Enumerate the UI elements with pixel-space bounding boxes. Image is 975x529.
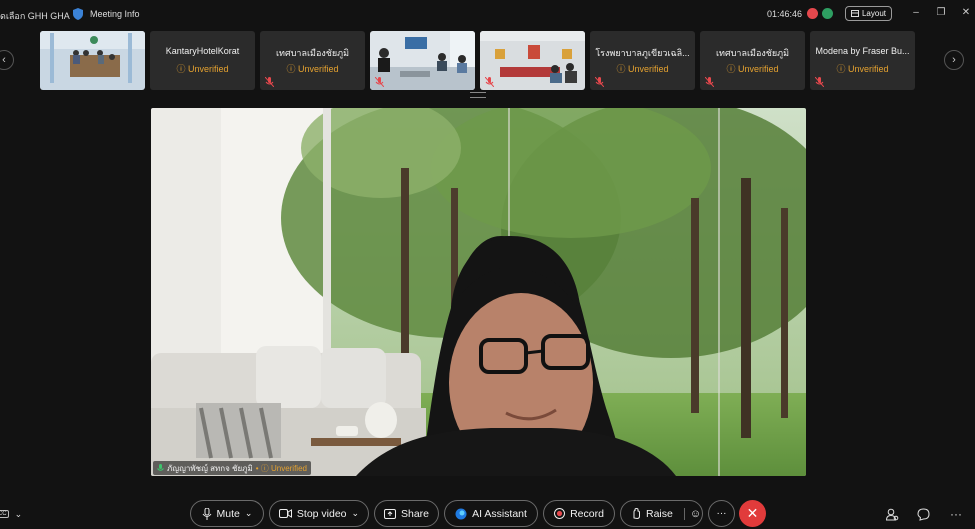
raise-label: Raise xyxy=(646,507,673,520)
participant-tile[interactable] xyxy=(370,31,475,90)
meeting-timer: 01:46:46 xyxy=(767,9,803,19)
meeting-info-link[interactable]: Meeting Info xyxy=(90,9,140,19)
ai-assistant-icon xyxy=(455,508,467,519)
participant-tile[interactable] xyxy=(40,31,145,90)
meeting-title: ัดเลือก GHH GHA xyxy=(0,11,70,21)
mute-label: Mute xyxy=(216,507,240,520)
more-panels-button[interactable]: ··· xyxy=(948,506,964,522)
participant-name: เทศบาลเมืองชัยภูมิ xyxy=(275,48,350,58)
unverified-badge: ⓘ Unverified xyxy=(176,64,229,74)
layout-button[interactable]: Layout xyxy=(845,6,892,21)
unverified-badge: ⓘ Unverified xyxy=(616,64,669,74)
chat-icon xyxy=(916,507,930,521)
raise-hand-icon xyxy=(633,508,640,519)
mic-muted-icon xyxy=(705,77,714,87)
record-icon xyxy=(554,508,566,519)
participant-name: เทศบาลเมืองชัยภูมิ xyxy=(715,48,790,58)
unverified-badge: ⓘ Unverified xyxy=(836,64,889,74)
more-options-button[interactable]: ··· xyxy=(708,500,735,527)
chevron-down-icon: ⌄ xyxy=(351,508,360,518)
raise-hand-button[interactable]: Raise ☺ xyxy=(620,500,703,527)
ai-assistant-label: AI Assistant xyxy=(472,507,527,520)
reactions-icon[interactable]: ☺ xyxy=(683,507,701,520)
title-bar: ัดเลือก GHH GHA Meeting Info 01:46:46 La… xyxy=(0,0,975,28)
filmstrip-resize-handle[interactable] xyxy=(470,92,486,98)
participant-tile[interactable]: โรงพยาบาลภูเขียวเฉลิ... ⓘ Unverified xyxy=(590,31,695,90)
speaker-name: ภัญญาพัชญ์ สทกจ ชัยภูมิ xyxy=(167,463,253,473)
record-label: Record xyxy=(570,507,604,520)
chevron-down-icon: ⌄ xyxy=(244,508,253,518)
participant-tile[interactable]: Modena by Fraser Bu... ⓘ Unverified xyxy=(810,31,915,90)
speaker-video-frame xyxy=(151,108,806,476)
chevron-down-icon: ⌄ xyxy=(14,508,23,519)
microphone-icon xyxy=(202,507,211,520)
captions-icon: CC xyxy=(0,510,9,518)
mic-muted-icon xyxy=(815,77,824,87)
ai-assistant-button[interactable]: AI Assistant xyxy=(444,500,538,527)
shield-icon[interactable] xyxy=(73,8,83,20)
unverified-badge: ⓘ Unverified xyxy=(286,64,339,74)
maximize-icon[interactable]: ❐ xyxy=(935,7,947,19)
participants-button[interactable] xyxy=(884,506,900,522)
participant-tile[interactable]: เทศบาลเมืองชัยภูมิ ⓘ Unverified xyxy=(700,31,805,90)
chevron-left-icon: ‹ xyxy=(2,54,6,66)
recording-indicator-icon[interactable] xyxy=(807,8,818,19)
participant-tile[interactable]: เทศบาลเมืองชัยภูมิ ⓘ Unverified xyxy=(260,31,365,90)
participant-name: โรงพยาบาลภูเขียวเฉลิ... xyxy=(595,48,690,58)
share-button[interactable]: Share xyxy=(374,500,439,527)
stop-video-button[interactable]: Stop video ⌄ xyxy=(269,500,369,527)
chevron-right-icon: › xyxy=(952,54,956,66)
participant-video xyxy=(370,31,475,90)
participant-video xyxy=(480,31,585,90)
share-screen-icon xyxy=(383,508,396,519)
mic-muted-icon xyxy=(265,77,274,87)
unverified-badge: • ⓘ Unverified xyxy=(255,463,307,473)
mic-icon xyxy=(157,463,164,471)
chat-button[interactable] xyxy=(915,506,931,522)
participant-tile[interactable]: KantaryHotelKorat ⓘ Unverified xyxy=(150,31,255,90)
mute-button[interactable]: Mute ⌄ xyxy=(190,500,264,527)
layout-label: Layout xyxy=(861,9,887,18)
mic-muted-icon xyxy=(375,77,384,87)
stop-video-label: Stop video xyxy=(296,507,347,520)
unverified-badge: ⓘ Unverified xyxy=(726,64,779,74)
video-camera-icon xyxy=(278,509,292,518)
participant-name: Modena by Fraser Bu... xyxy=(815,46,910,56)
more-icon: ··· xyxy=(716,508,727,519)
share-label: Share xyxy=(400,507,430,520)
close-window-icon[interactable]: ✕ xyxy=(960,7,972,19)
layout-icon xyxy=(850,10,859,17)
speaker-name-tag: ภัญญาพัชญ์ สทกจ ชัยภูมิ • ⓘ Unverified xyxy=(153,461,311,475)
participants-icon xyxy=(885,508,898,520)
record-button[interactable]: Record xyxy=(543,500,615,527)
filmstrip-next-button[interactable]: › xyxy=(944,50,964,70)
captions-menu-button[interactable]: CC ⌄ xyxy=(0,506,22,522)
leave-meeting-button[interactable]: ✕ xyxy=(739,500,766,527)
filmstrip-prev-button[interactable]: ‹ xyxy=(0,50,14,70)
more-horizontal-icon: ··· xyxy=(950,507,962,521)
mic-muted-icon xyxy=(595,77,604,87)
network-health-icon[interactable] xyxy=(822,8,833,19)
participant-name: KantaryHotelKorat xyxy=(165,46,240,56)
participant-tile[interactable] xyxy=(480,31,585,90)
participant-video xyxy=(40,31,145,90)
mic-muted-icon xyxy=(485,77,494,87)
minimize-icon[interactable]: – xyxy=(910,7,922,19)
main-speaker-video[interactable] xyxy=(151,108,806,476)
close-icon: ✕ xyxy=(746,505,759,521)
